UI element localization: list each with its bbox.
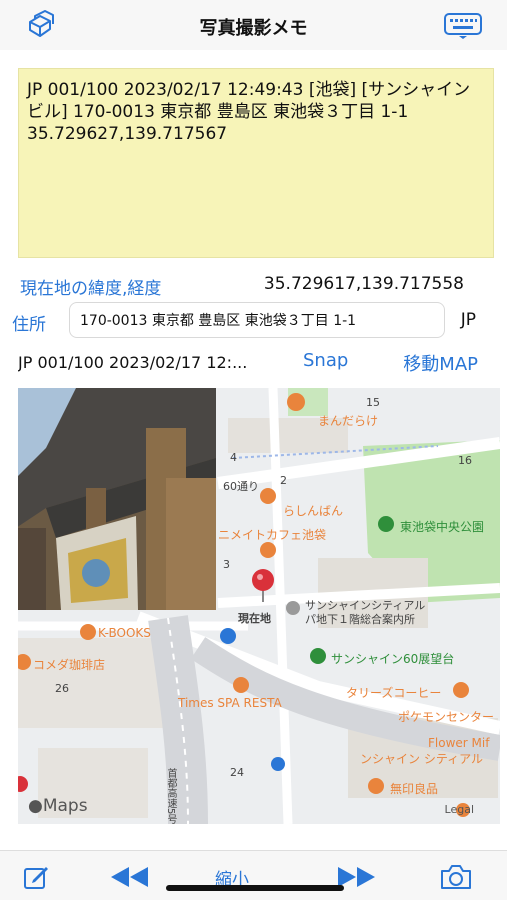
poi-mandarake[interactable]: まんだらけ <box>318 412 378 429</box>
block-number: 26 <box>55 682 69 695</box>
block-number: 2 <box>280 474 287 487</box>
country-code: JP <box>460 310 476 330</box>
poi-sunshine-city[interactable]: ンシャイン シティアル <box>360 750 483 767</box>
block-number: 15 <box>366 396 380 409</box>
current-location-label: 現在地 <box>238 612 271 625</box>
snap-button[interactable]: Snap <box>303 350 348 371</box>
coordinates-button[interactable]: 現在地の緯度,経度 <box>20 274 161 299</box>
rewind-icon[interactable] <box>108 865 150 889</box>
poi-park[interactable]: 東池袋中央公園 <box>400 518 484 535</box>
address-field[interactable] <box>69 302 445 338</box>
highway-label: 首都高速5号池袋線 <box>165 768 176 824</box>
page-title: 写真撮影メモ <box>199 18 308 39</box>
navigation-bar: 写真撮影メモ <box>0 0 507 50</box>
poi-muji[interactable]: 無印良品 <box>390 780 438 797</box>
poi-sunshine60[interactable]: サンシャイン60展望台 <box>331 650 454 667</box>
poi-rashinban[interactable]: らしんばん <box>283 502 343 519</box>
poi-komeda[interactable]: コメダ珈琲店 <box>33 656 105 673</box>
keyboard-icon[interactable] <box>443 12 483 40</box>
block-number: 3 <box>223 558 230 571</box>
apple-logo-icon: ● <box>28 796 43 816</box>
poi-tullys[interactable]: タリーズコーヒー <box>346 684 441 701</box>
memo-summary: JP 001/100 2023/02/17 12:... <box>18 353 248 372</box>
bottom-toolbar: 縮小 <box>0 850 507 900</box>
poi-city-line2[interactable]: パ地下１階総合案内所 <box>305 611 415 627</box>
memo-textarea[interactable]: JP 001/100 2023/02/17 12:49:43 [池袋] [サンシ… <box>18 68 494 258</box>
address-button[interactable]: 住所 <box>12 310 46 335</box>
block-number: 24 <box>230 766 244 779</box>
photo-thumbnail[interactable] <box>18 388 216 610</box>
legal-link[interactable]: Legal <box>445 803 474 816</box>
apple-maps-watermark: ●Maps <box>28 796 88 816</box>
map-view[interactable]: まんだらけ 15 4 16 60通り 2 らしんばん 東池袋中央公園 ニメイトカ… <box>18 388 500 824</box>
home-indicator <box>166 885 344 891</box>
address-row: 住所 JP <box>12 302 498 338</box>
poi-pokemon[interactable]: ポケモンセンター <box>398 708 494 725</box>
poi-kbooks[interactable]: K-BOOKS <box>98 626 151 640</box>
road-label: 60通り <box>223 480 259 493</box>
coordinates-row: 現在地の緯度,経度 35.729617,139.717558 <box>20 274 490 299</box>
poi-flower[interactable]: Flower Mif <box>428 736 489 750</box>
compose-icon[interactable] <box>22 863 50 891</box>
poi-animate[interactable]: ニメイトカフェ池袋 <box>218 526 326 543</box>
poi-times-spa[interactable]: Times SPA RESTA <box>178 696 282 710</box>
camera-icon[interactable] <box>438 863 474 891</box>
move-map-button[interactable]: 移動MAP <box>403 350 478 376</box>
coordinates-value: 35.729617,139.717558 <box>263 274 464 294</box>
block-number: 4 <box>230 451 237 464</box>
actions-row: JP 001/100 2023/02/17 12:... Snap 移動MAP <box>18 350 494 378</box>
block-number: 16 <box>458 454 472 467</box>
